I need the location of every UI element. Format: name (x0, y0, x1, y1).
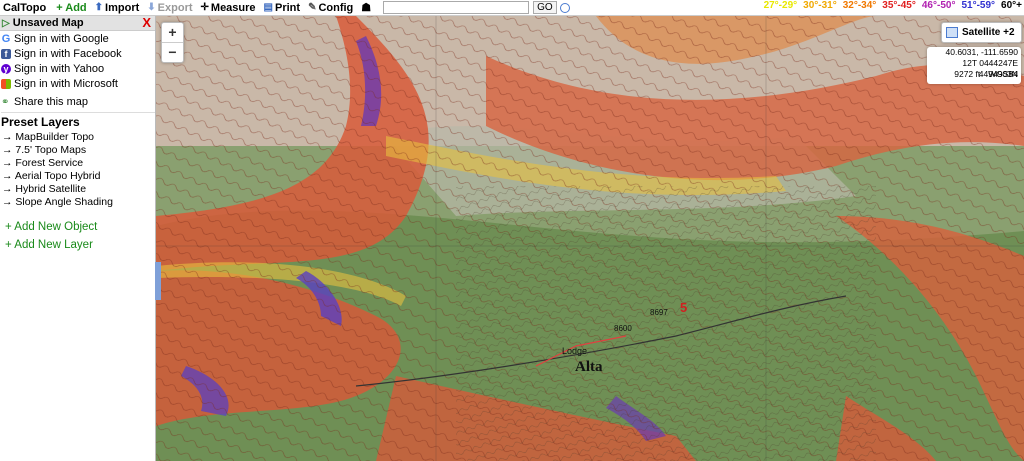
import-arrow-icon: ⬆ (94, 2, 104, 13)
elevation-readout: 9272 ft (954, 69, 981, 79)
preset-layer-item[interactable]: → Forest Service (2, 157, 155, 170)
signin-facebook[interactable]: f Sign in with Facebook (0, 47, 155, 61)
slope-legend-item: 30°-31° (803, 0, 837, 11)
preset-layer-item[interactable]: → MapBuilder Topo (2, 131, 155, 144)
map-terrain (156, 16, 1024, 461)
slope-legend: 27°-29° 30°-31° 32°-34° 35°-45° 46°-50° … (758, 0, 1022, 11)
coordinate-readout: 40.6031, -111.6590 12T 0444247E 4494903N… (927, 47, 1021, 84)
binoculars-icon: ☗ (361, 2, 372, 14)
signin-microsoft[interactable]: Sign in with Microsoft (0, 77, 155, 91)
locate-icon[interactable] (559, 2, 570, 13)
panel-collapse-handle[interactable] (155, 262, 161, 300)
microsoft-icon (1, 79, 11, 89)
datum-readout: WGS84 (988, 69, 1018, 79)
slope-legend-item: 32°-34° (842, 0, 877, 11)
add-new-layer-link[interactable]: + Add New Layer (5, 239, 155, 253)
map-label: 5 (680, 300, 688, 315)
preset-layers-title: Preset Layers (1, 112, 155, 129)
measure-button[interactable]: ✛ Measure (201, 2, 256, 14)
basemap-selector[interactable]: Satellite +2 (941, 22, 1022, 43)
slope-legend-item: 51°-59° (961, 0, 996, 11)
slope-legend-item: 35°-45° (882, 0, 916, 11)
config-label: Config (318, 1, 354, 14)
panel-header: ▷ Unsaved Map X (0, 16, 155, 31)
preset-layer-item[interactable]: → Hybrid Satellite (2, 183, 155, 196)
utm-readout: 12T 0444247E 4494903N (962, 58, 1018, 79)
signin-facebook-label: Sign in with Facebook (14, 48, 122, 60)
zoom-control: + − (161, 22, 184, 63)
export-label: Export (157, 1, 193, 14)
print-button[interactable]: ▤ Print (264, 2, 301, 14)
share-label: Share this map (14, 96, 88, 108)
map-title[interactable]: Unsaved Map (13, 17, 84, 29)
preset-layer-item[interactable]: → Aerial Topo Hybrid (2, 170, 155, 183)
map-label: Alta (575, 359, 603, 375)
export-button[interactable]: ⬇ Export (147, 2, 192, 14)
map-flag-icon: ▷ (2, 17, 10, 29)
signin-google[interactable]: G Sign in with Google (0, 32, 155, 46)
share-icon: ⚭ (1, 96, 10, 108)
add-new-object-link[interactable]: + Add New Object (5, 221, 155, 235)
import-label: Import (105, 1, 140, 14)
export-arrow-icon: ⬇ (147, 2, 156, 13)
signin-yahoo[interactable]: y Sign in with Yahoo (0, 62, 155, 76)
import-button[interactable]: ⬆ Import (95, 2, 140, 14)
zoom-out-button[interactable]: − (162, 42, 183, 62)
slope-legend-item: 27°-29° (763, 0, 798, 11)
slope-legend-item: 46°-50° (921, 0, 956, 11)
share-map-link[interactable]: ⚭ Share this map (0, 95, 155, 109)
add-button[interactable]: + Add (56, 2, 86, 14)
go-button[interactable]: GO (533, 1, 557, 14)
slope-legend-item: 60°+ (1001, 0, 1022, 11)
close-button[interactable]: X (142, 16, 151, 30)
map-label: 8600 (614, 324, 632, 333)
print-label: Print (275, 1, 301, 14)
signin-yahoo-label: Sign in with Yahoo (14, 63, 105, 75)
wrench-icon: ✎ (308, 2, 317, 13)
map-label: 8697 (650, 308, 668, 317)
map-label: Lodge (562, 346, 588, 356)
measure-label: Measure (210, 1, 256, 14)
binoculars-button[interactable]: ☗ (361, 1, 373, 14)
left-panel: ▷ Unsaved Map X G Sign in with Google f … (0, 16, 156, 461)
config-button[interactable]: ✎ Config (308, 2, 353, 14)
preset-layer-item[interactable]: → 7.5' Topo Maps (2, 144, 155, 157)
yahoo-icon: y (1, 64, 11, 74)
layers-icon (946, 27, 958, 38)
map-canvas[interactable]: Alta Lodge 8697 8600 5 (156, 16, 1024, 461)
preset-layer-item[interactable]: → Slope Angle Shading (2, 196, 155, 209)
search-input[interactable] (383, 1, 530, 14)
basemap-label: Satellite +2 (962, 27, 1015, 38)
measure-cross-icon: ✛ (200, 2, 209, 13)
printer-icon: ▤ (263, 2, 273, 13)
latlon-readout: 40.6031, -111.6590 (945, 47, 1018, 57)
signin-google-label: Sign in with Google (14, 33, 109, 45)
elevation-datum-readout: 9272 ft WGS84 (927, 69, 1021, 80)
facebook-icon: f (1, 49, 11, 59)
signin-microsoft-label: Sign in with Microsoft (14, 78, 118, 90)
zoom-in-button[interactable]: + (162, 23, 183, 42)
top-toolbar: CalTopo + Add ⬆ Import ⬇ Export ✛ Measure ▤… (0, 0, 1024, 16)
google-icon: G (1, 33, 11, 45)
app-title: CalTopo (3, 1, 47, 14)
